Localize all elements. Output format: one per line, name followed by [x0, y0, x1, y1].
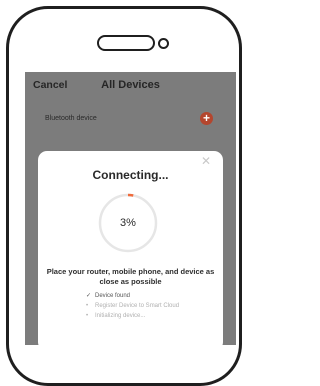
close-icon[interactable]: ✕: [200, 155, 212, 167]
device-label: Bluetooth device: [45, 115, 97, 122]
connecting-dialog: ✕ Connecting... 3% Place your router, mo…: [38, 151, 223, 345]
phone-screen: All Devices Cancel Bluetooth device + ✕ …: [25, 72, 236, 345]
cancel-button[interactable]: Cancel: [33, 79, 67, 91]
add-device-button[interactable]: +: [200, 112, 213, 125]
camera-dot: [158, 38, 169, 49]
step-register-device: • Register Device to Smart Cloud: [86, 303, 180, 309]
step-device-found: ✓ Device found: [86, 293, 131, 299]
step-initializing: • Initializing device...: [86, 313, 146, 319]
progress-percent: 3%: [120, 217, 136, 229]
check-icon: ✓: [86, 293, 92, 299]
dot-icon: •: [86, 313, 89, 319]
step-list: ✓ Device found • Register Device to Smart …: [86, 291, 216, 321]
instruction-text: Place your router, mobile phone, and dev…: [46, 267, 215, 286]
plus-icon: +: [202, 111, 210, 125]
speaker-slot: [97, 35, 155, 51]
dot-icon: •: [86, 303, 89, 309]
dialog-title: Connecting...: [92, 168, 169, 182]
